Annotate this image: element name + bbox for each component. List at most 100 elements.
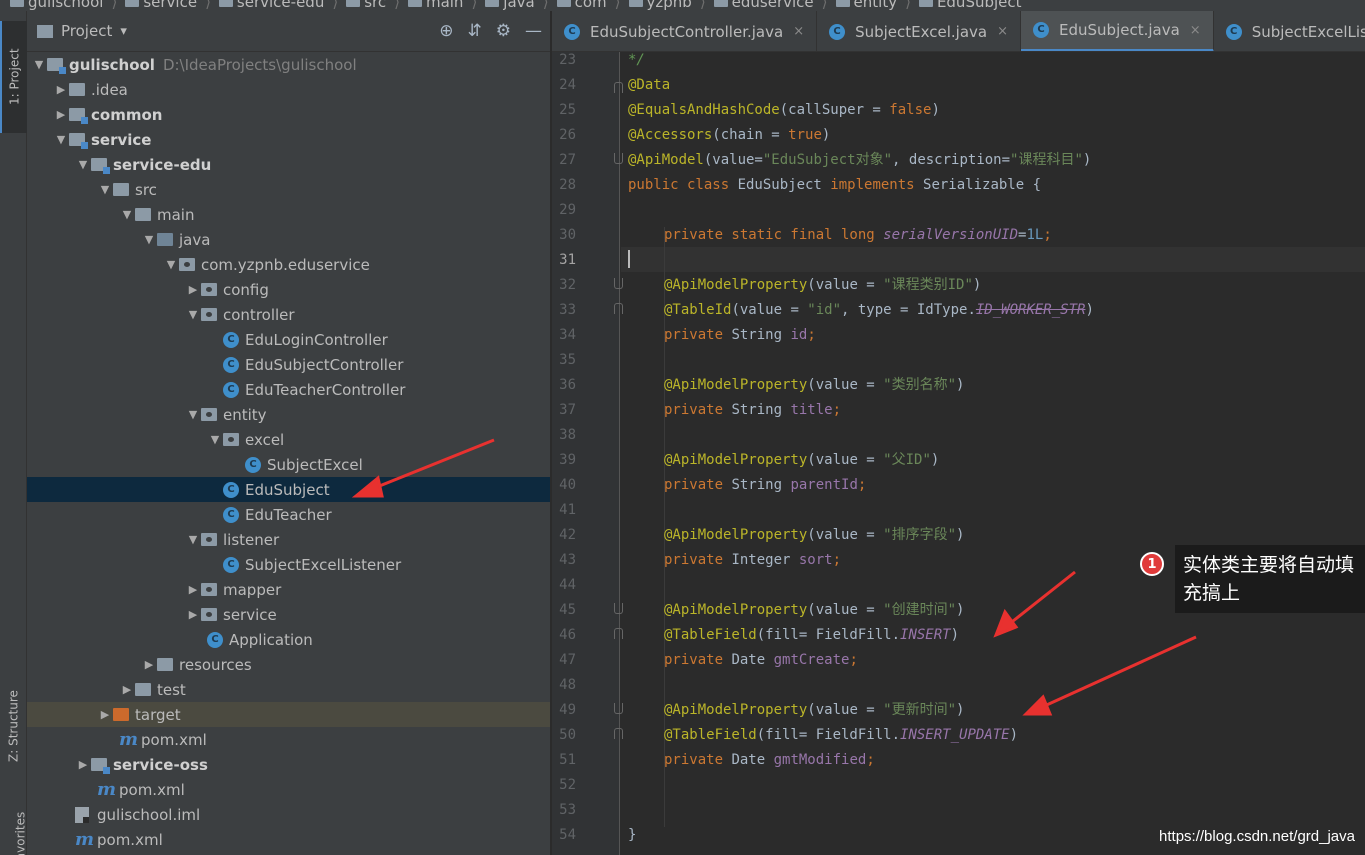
expanded-arrow-icon[interactable]: ▼ xyxy=(141,233,157,246)
tree-item-pom-service[interactable]: m pom.xml xyxy=(27,777,550,802)
tree-item-package-eduservice[interactable]: ▼ com.yzpnb.eduservice xyxy=(27,252,550,277)
tree-item-application[interactable]: C Application xyxy=(27,627,550,652)
collapsed-arrow-icon[interactable]: ▶ xyxy=(75,758,91,771)
expanded-arrow-icon[interactable]: ▼ xyxy=(185,533,201,546)
breadcrumb-item[interactable]: service-edu xyxy=(218,0,324,11)
locate-target-icon[interactable]: ⊕ xyxy=(439,21,453,41)
fold-marker-icon[interactable] xyxy=(614,728,623,739)
tree-item-listener[interactable]: ▼ listener xyxy=(27,527,550,552)
breadcrumb-item[interactable]: service xyxy=(125,0,197,11)
expanded-arrow-icon[interactable]: ▼ xyxy=(53,133,69,146)
collapsed-arrow-icon[interactable]: ▶ xyxy=(53,108,69,121)
breadcrumb-separator-icon: ⟩ xyxy=(205,0,211,11)
tree-item-main[interactable]: ▼ main xyxy=(27,202,550,227)
tab-subjectexcellistener[interactable]: CSubjectExcelListener.ja xyxy=(1214,11,1365,51)
folder-icon xyxy=(628,0,643,7)
tree-item-service-oss[interactable]: ▶ service-oss xyxy=(27,752,550,777)
tree-item-eduteacherctrl[interactable]: C EduTeacherController xyxy=(27,377,550,402)
breadcrumb-item[interactable]: com xyxy=(556,0,607,11)
tree-item-idea[interactable]: ▶ .idea xyxy=(27,77,550,102)
tree-item-entity[interactable]: ▼ entity xyxy=(27,402,550,427)
expanded-arrow-icon[interactable]: ▼ xyxy=(163,258,179,271)
hide-panel-icon[interactable]: — xyxy=(525,21,542,41)
tree-item-iml[interactable]: gulischool.iml xyxy=(27,802,550,827)
close-icon[interactable]: × xyxy=(793,24,804,39)
collapsed-arrow-icon[interactable]: ▶ xyxy=(141,658,157,671)
tree-item-eduloginctrl[interactable]: C EduLoginController xyxy=(27,327,550,352)
code-line-28: public class EduSubject implements Seria… xyxy=(628,177,1042,193)
tree-item-service[interactable]: ▼ service xyxy=(27,127,550,152)
favorites-tool-tab[interactable]: 2: Favorites xyxy=(0,801,28,855)
expanded-arrow-icon[interactable]: ▼ xyxy=(97,183,113,196)
breadcrumb-item[interactable]: eduservice xyxy=(713,0,814,11)
project-view-icon xyxy=(37,24,53,38)
tree-item-config[interactable]: ▶ config xyxy=(27,277,550,302)
tree-item-pom-edu[interactable]: m pom.xml xyxy=(27,727,550,752)
code-editor[interactable]: 23 24 25 26 27 28 29 30 31 32 33 34 35 36 37 38 39 40 41 42… xyxy=(552,52,1365,855)
fold-marker-icon[interactable] xyxy=(614,603,623,614)
code-line-47: private Date gmtCreate; xyxy=(664,652,858,668)
breadcrumb-item[interactable]: EduSubject xyxy=(918,0,1022,11)
tree-item-gulischool[interactable]: ▼ gulischool D:\IdeaProjects\gulischool xyxy=(27,52,550,77)
expanded-arrow-icon[interactable]: ▼ xyxy=(207,433,223,446)
fold-marker-icon[interactable] xyxy=(614,278,623,289)
collapsed-arrow-icon[interactable]: ▶ xyxy=(185,583,201,596)
module-folder-icon xyxy=(47,58,66,74)
java-class-icon: C xyxy=(245,456,261,473)
breadcrumb-item[interactable]: src xyxy=(346,0,386,11)
tree-item-target[interactable]: ▶ target xyxy=(27,702,550,727)
collapsed-arrow-icon[interactable]: ▶ xyxy=(97,708,113,721)
breadcrumb-item[interactable]: gulischool xyxy=(10,0,103,11)
callout-note: 实体类主要将自动填充搞上 xyxy=(1175,545,1365,613)
tree-item-subjectexcel[interactable]: C SubjectExcel xyxy=(27,452,550,477)
package-icon xyxy=(201,308,217,321)
project-view-title[interactable]: Project xyxy=(61,22,112,40)
line-number: 42 xyxy=(559,527,576,543)
fold-marker-icon[interactable] xyxy=(614,82,623,93)
tree-item-service-edu[interactable]: ▼ service-edu xyxy=(27,152,550,177)
gear-icon[interactable]: ⚙ xyxy=(496,21,511,41)
collapse-all-icon[interactable]: ⇵ xyxy=(468,21,482,41)
tree-item-subjectexcellistener[interactable]: C SubjectExcelListener xyxy=(27,552,550,577)
fold-marker-icon[interactable] xyxy=(614,703,623,714)
fold-marker-icon[interactable] xyxy=(614,153,623,164)
tree-item-service-pkg[interactable]: ▶ service xyxy=(27,602,550,627)
breadcrumb-item[interactable]: entity xyxy=(835,0,897,11)
breadcrumb-item[interactable]: main xyxy=(407,0,463,11)
expanded-arrow-icon[interactable]: ▼ xyxy=(185,308,201,321)
tree-item-java[interactable]: ▼ java xyxy=(27,227,550,252)
tree-item-excel[interactable]: ▼ excel xyxy=(27,427,550,452)
expanded-arrow-icon[interactable]: ▼ xyxy=(75,158,91,171)
collapsed-arrow-icon[interactable]: ▶ xyxy=(185,283,201,296)
project-tool-tab[interactable]: 1: Project xyxy=(0,21,27,133)
module-folder-icon xyxy=(91,158,110,174)
tree-item-edusubjectctrl[interactable]: C EduSubjectController xyxy=(27,352,550,377)
tree-item-pom-root[interactable]: m pom.xml xyxy=(27,827,550,852)
tree-item-mapper[interactable]: ▶ mapper xyxy=(27,577,550,602)
close-icon[interactable]: × xyxy=(1190,23,1201,38)
tree-item-eduteacher[interactable]: C EduTeacher xyxy=(27,502,550,527)
tree-item-edusubject[interactable]: C EduSubject xyxy=(27,477,550,502)
fold-marker-icon[interactable] xyxy=(614,303,623,314)
tree-item-common[interactable]: ▶ common xyxy=(27,102,550,127)
collapsed-arrow-icon[interactable]: ▶ xyxy=(53,83,69,96)
expanded-arrow-icon[interactable]: ▼ xyxy=(185,408,201,421)
close-icon[interactable]: × xyxy=(997,24,1008,39)
collapsed-arrow-icon[interactable]: ▶ xyxy=(185,608,201,621)
breadcrumb-item[interactable]: java xyxy=(485,0,535,11)
tab-edusubject[interactable]: C EduSubject.java × xyxy=(1021,11,1214,51)
breadcrumb-item[interactable]: yzpnb xyxy=(628,0,692,11)
tree-item-controller[interactable]: ▼ controller xyxy=(27,302,550,327)
fold-marker-icon[interactable] xyxy=(614,628,623,639)
tree-item-src[interactable]: ▼ src xyxy=(27,177,550,202)
collapsed-arrow-icon[interactable]: ▶ xyxy=(119,683,135,696)
structure-tool-tab[interactable]: Z: Structure xyxy=(0,671,27,781)
tab-edusubjectcontroller[interactable]: C EduSubjectController.java × xyxy=(552,11,818,51)
code-line-40: private String parentId; xyxy=(664,477,867,493)
expanded-arrow-icon[interactable]: ▼ xyxy=(119,208,135,221)
tree-item-resources[interactable]: ▶ resources xyxy=(27,652,550,677)
tree-item-test[interactable]: ▶ test xyxy=(27,677,550,702)
chevron-down-icon[interactable]: ▾ xyxy=(120,24,127,39)
expanded-arrow-icon[interactable]: ▼ xyxy=(31,58,47,71)
tab-subjectexcel[interactable]: C SubjectExcel.java × xyxy=(817,11,1022,51)
